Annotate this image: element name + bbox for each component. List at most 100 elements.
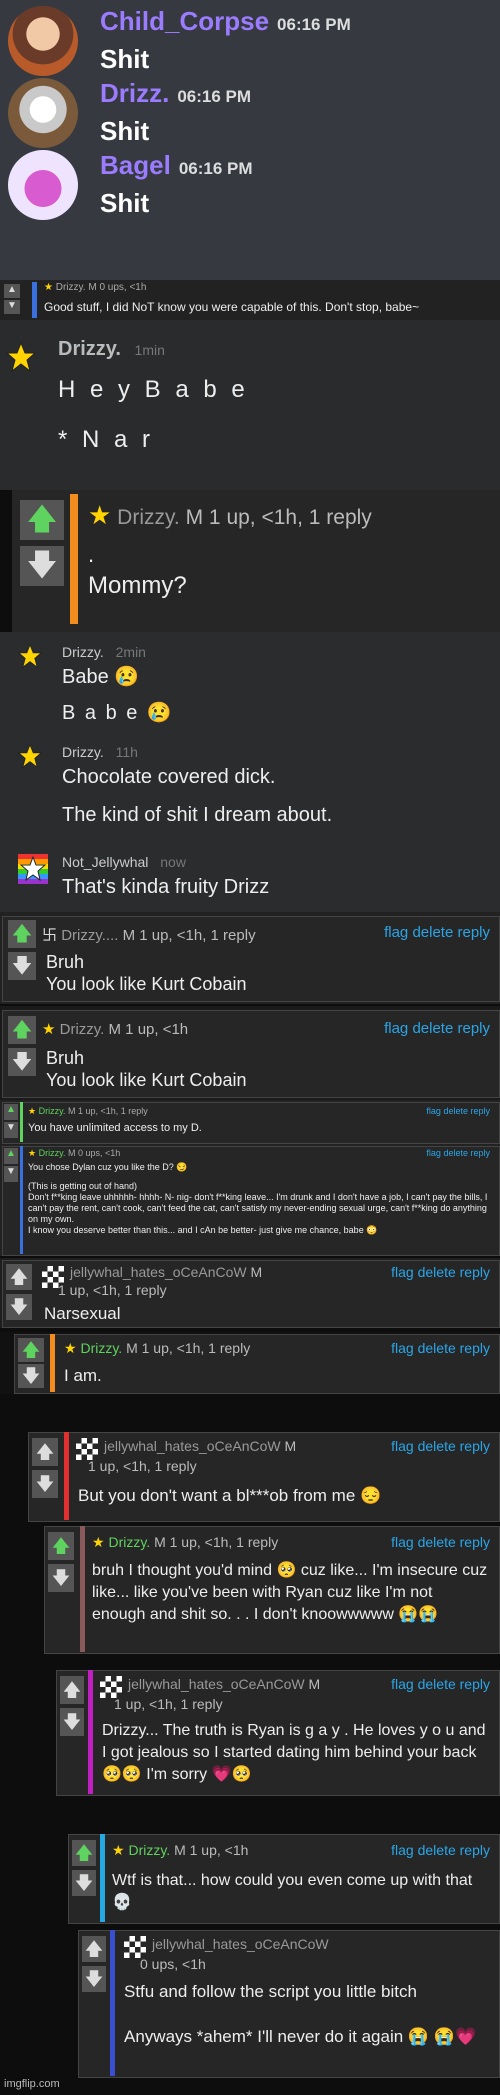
username[interactable]: Drizzy. — [117, 506, 180, 529]
flag-link[interactable]: flag — [391, 1264, 414, 1280]
downvote-icon[interactable]: 🡇 — [6, 1294, 32, 1320]
downvote-icon[interactable]: 🡇 — [72, 1870, 96, 1896]
comment-text: Babe 😢 — [62, 666, 140, 688]
avatar[interactable] — [8, 6, 78, 76]
username[interactable]: Drizzy. — [108, 1534, 150, 1550]
downvote-icon[interactable]: 🡇 — [32, 1470, 58, 1498]
delete-link[interactable]: delete — [443, 1148, 468, 1158]
flag-link[interactable]: flag — [391, 1534, 414, 1550]
username[interactable]: Bagel 06:16 PM — [100, 150, 253, 181]
delete-link[interactable]: delete — [418, 1534, 456, 1550]
username[interactable]: Drizzy. — [80, 1340, 122, 1356]
star-icon: ★ — [112, 1842, 125, 1858]
downvote-icon[interactable]: 🡇 — [48, 1564, 74, 1592]
upvote-icon[interactable]: 🡅 — [60, 1676, 84, 1704]
username[interactable]: Drizzy.... — [61, 927, 118, 944]
thread-bar — [20, 1102, 23, 1142]
comment-text: You look like Kurt Cobain — [46, 974, 247, 994]
thread-bar — [64, 1432, 69, 1520]
delete-link[interactable]: delete — [412, 1020, 453, 1037]
username[interactable]: Drizzy. — [39, 1148, 66, 1158]
delete-link[interactable]: delete — [443, 1106, 468, 1116]
upvote-icon[interactable]: 🡅 — [32, 1438, 58, 1466]
downvote-icon[interactable]: 🡇 — [60, 1708, 84, 1736]
comment-text: Mommy? — [88, 572, 187, 599]
comment: 🡅 🡇 jellywhal_hates_oCeAnCoW M 1 up, <1h… — [0, 1258, 500, 1328]
star-icon — [18, 644, 42, 668]
flag-link[interactable]: flag — [384, 924, 408, 941]
delete-link[interactable]: delete — [418, 1676, 456, 1692]
username[interactable]: jellywhal_hates_oCeAnCoW — [152, 1936, 329, 1952]
reply-link[interactable]: reply — [457, 1020, 490, 1037]
avatar[interactable] — [8, 78, 78, 148]
downvote-icon[interactable]: 🡇 — [8, 1048, 36, 1076]
username[interactable]: Drizz. 06:16 PM — [100, 78, 251, 109]
downvote-icon[interactable]: 🡇 — [20, 546, 64, 586]
upvote-icon[interactable]: 🡅 — [8, 1016, 36, 1044]
reply-link[interactable]: reply — [460, 1842, 490, 1858]
delete-link[interactable]: delete — [418, 1264, 456, 1280]
username[interactable]: Drizzy. — [128, 1842, 170, 1858]
username[interactable]: Not_Jellywhal now — [62, 854, 186, 870]
username[interactable]: Drizzy. — [39, 1106, 66, 1116]
avatar[interactable] — [100, 1676, 122, 1698]
flag-link[interactable]: flag — [391, 1842, 414, 1858]
reply-link[interactable]: reply — [470, 1148, 490, 1158]
flag-link[interactable]: flag — [391, 1340, 414, 1356]
downvote-icon[interactable]: ▼ — [4, 1122, 18, 1138]
username[interactable]: jellywhal_hates_oCeAnCoW — [104, 1438, 281, 1454]
reply-link[interactable]: reply — [460, 1438, 490, 1454]
username[interactable]: Child_Corpse 06:16 PM — [100, 6, 351, 37]
upvote-icon[interactable]: 🡅 — [20, 500, 64, 540]
avatar[interactable] — [124, 1936, 146, 1958]
flag-link[interactable]: flag — [384, 1020, 408, 1037]
upvote-icon[interactable]: ▲ — [4, 1148, 18, 1164]
downvote-icon[interactable]: 🡇 — [18, 1364, 44, 1388]
username[interactable]: Drizzy. 1min — [58, 338, 165, 361]
username[interactable]: Drizzy. 11h — [62, 744, 138, 760]
flag-link[interactable]: flag — [391, 1676, 414, 1692]
username[interactable]: jellywhal_hates_oCeAnCoW — [128, 1676, 305, 1692]
mod-badge: M — [308, 1676, 321, 1692]
delete-link[interactable]: delete — [412, 924, 453, 941]
delete-link[interactable]: delete — [418, 1438, 456, 1454]
username[interactable]: jellywhal_hates_oCeAnCoW — [70, 1264, 247, 1280]
comment-actions: flag delete reply — [391, 1438, 490, 1454]
comment-text: You look like Kurt Cobain — [46, 1070, 247, 1090]
reply-link[interactable]: reply — [460, 1264, 490, 1280]
username[interactable]: Drizzy. 2min — [62, 644, 146, 660]
delete-link[interactable]: delete — [418, 1842, 456, 1858]
avatar[interactable] — [18, 854, 48, 884]
upvote-icon[interactable]: 🡅 — [48, 1532, 74, 1560]
upvote-icon[interactable]: 🡅 — [8, 920, 36, 948]
upvote-icon[interactable]: 🡅 — [82, 1936, 106, 1962]
avatar[interactable] — [76, 1438, 98, 1460]
avatar[interactable] — [8, 150, 78, 220]
upvote-icon[interactable]: ▲ — [4, 1104, 18, 1120]
downvote-icon[interactable]: ▼ — [4, 1166, 18, 1182]
flag-link[interactable]: flag — [426, 1106, 441, 1116]
upvote-icon[interactable]: 🡅 — [72, 1840, 96, 1866]
comment: 🡅 🡇 jellywhal_hates_oCeAnCoW M 1 up, <1h… — [0, 1668, 500, 1800]
comment-header: jellywhal_hates_oCeAnCoW M — [104, 1438, 296, 1454]
comment-text: Anyways *ahem* I'll never do it again 😭 … — [124, 2027, 477, 2046]
reply-link[interactable]: reply — [460, 1534, 490, 1550]
reply-link[interactable]: reply — [460, 1340, 490, 1356]
flag-link[interactable]: flag — [426, 1148, 441, 1158]
upvote-icon[interactable]: 🡅 — [6, 1264, 32, 1290]
upvote-icon[interactable]: ▲ — [4, 284, 20, 298]
username[interactable]: Drizzy. — [60, 1021, 105, 1038]
downvote-icon[interactable]: 🡇 — [8, 952, 36, 980]
downvote-icon[interactable]: ▼ — [4, 300, 20, 314]
username[interactable]: Drizzy. — [56, 282, 86, 293]
flag-link[interactable]: flag — [391, 1438, 414, 1454]
reply-link[interactable]: reply — [457, 924, 490, 941]
delete-link[interactable]: delete — [418, 1340, 456, 1356]
downvote-icon[interactable]: 🡇 — [82, 1966, 106, 1992]
comment-text: But you don't want a bl***ob from me 😔 — [78, 1486, 382, 1505]
reply-link[interactable]: reply — [470, 1106, 490, 1116]
reply-link[interactable]: reply — [460, 1676, 490, 1692]
upvote-icon[interactable]: 🡅 — [18, 1338, 44, 1362]
star-icon: ★ — [88, 500, 112, 530]
comment-text: * N a r — [58, 426, 155, 453]
